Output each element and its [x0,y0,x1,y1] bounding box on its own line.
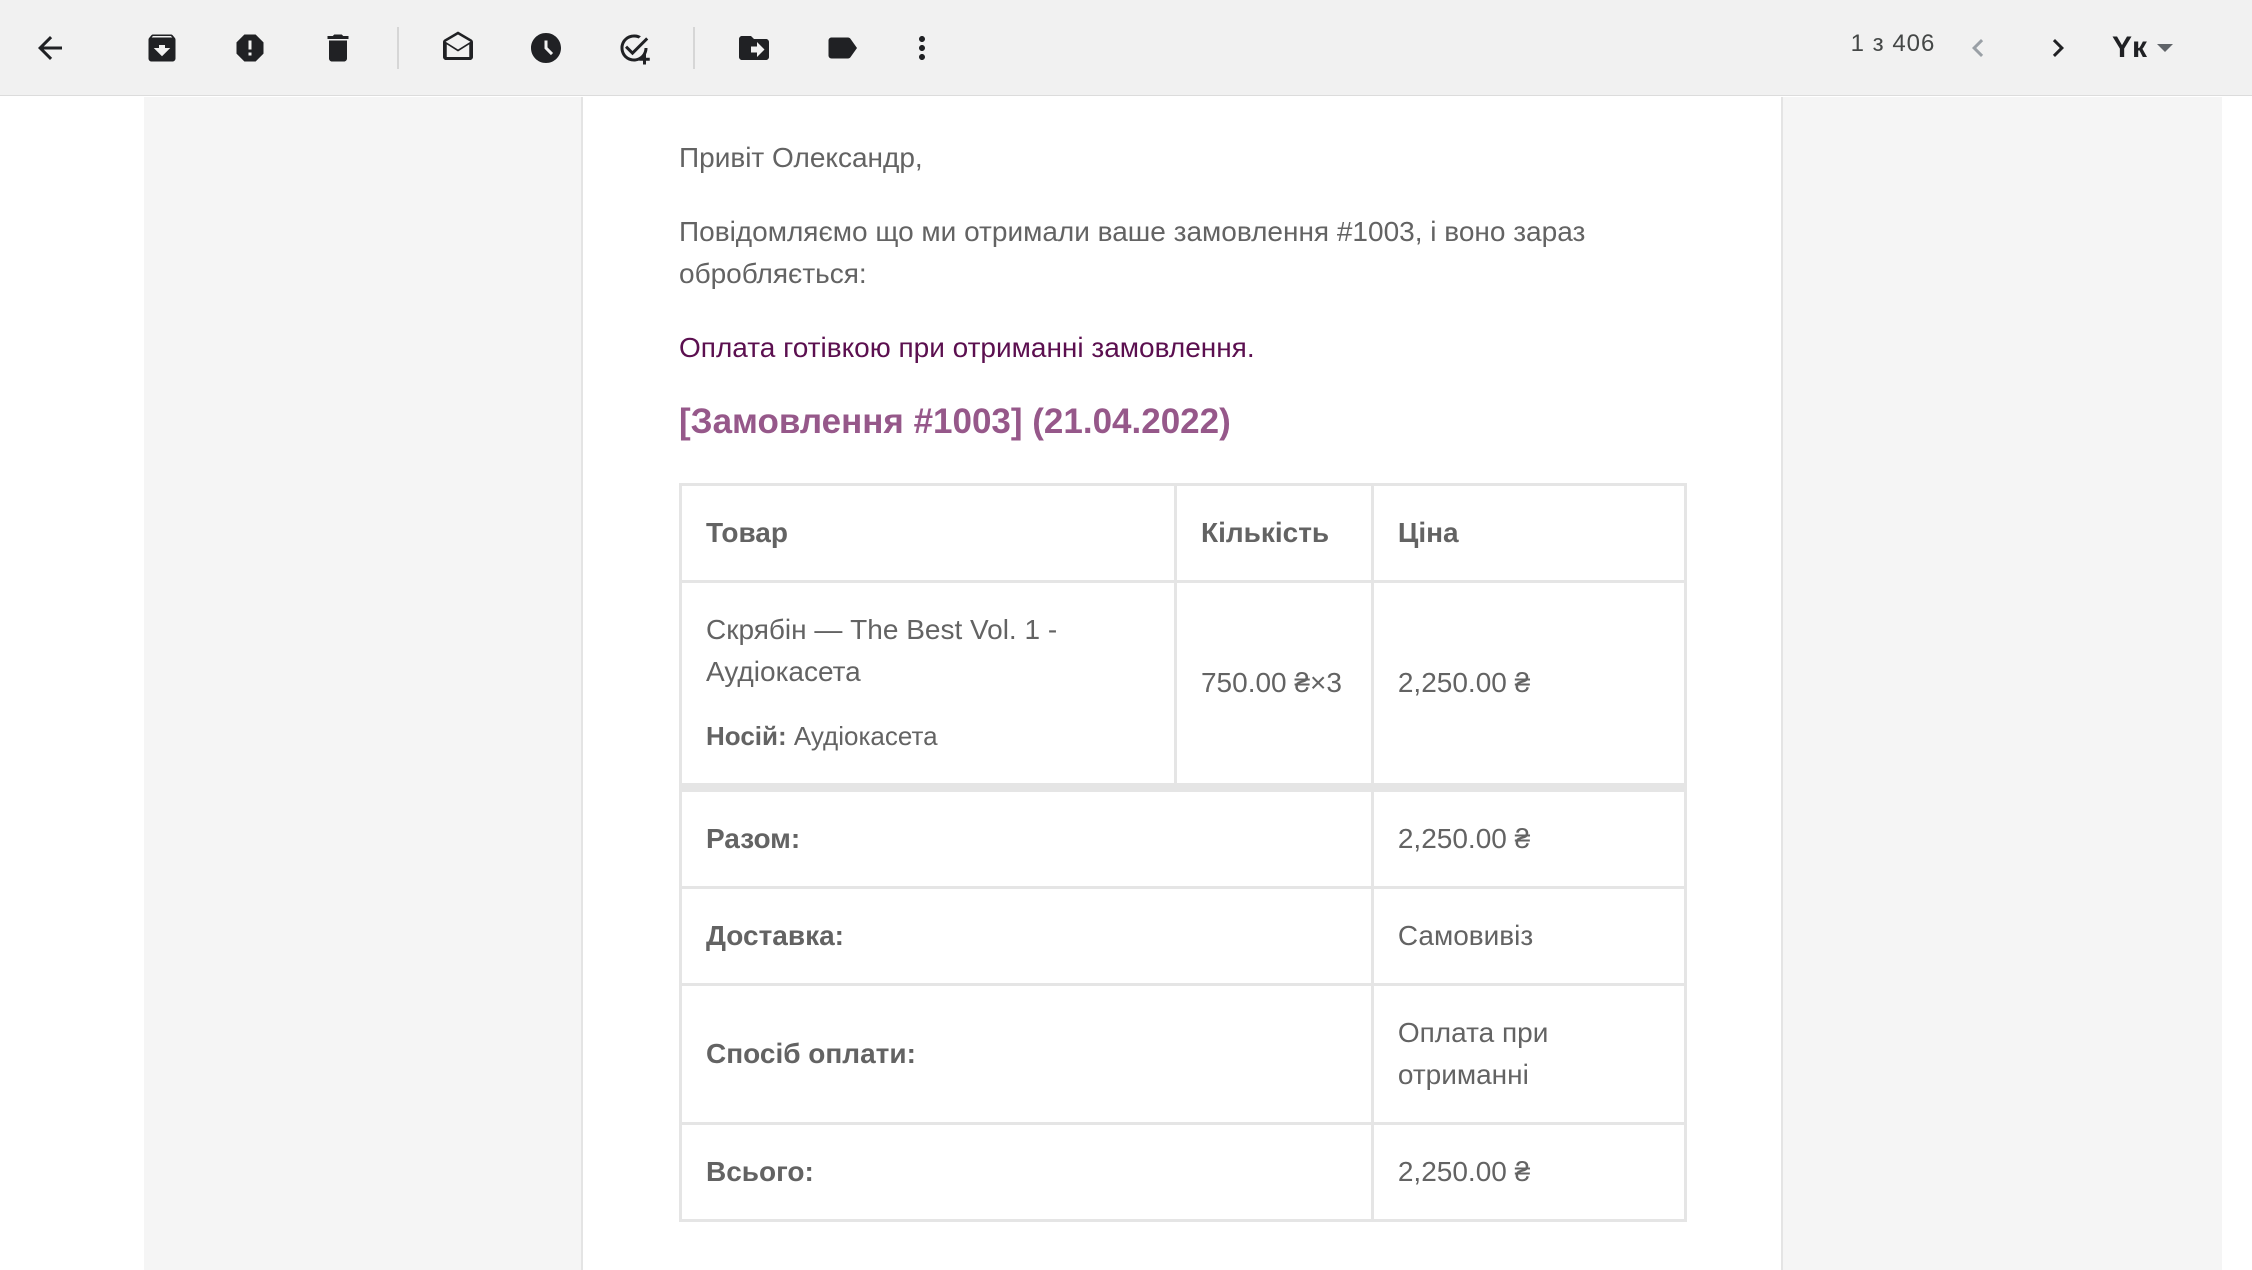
toolbar-divider [693,27,695,69]
item-meta-value: Аудіокасета [793,721,938,751]
move-to-button[interactable] [726,20,782,76]
totals-row-shipping: Доставка: Самовивіз [679,886,1688,986]
move-to-icon [739,36,769,60]
archive-icon [148,34,176,62]
mark-unread-icon [443,31,473,60]
add-task-button[interactable] [606,20,662,76]
back-arrow-icon [38,36,62,60]
item-price: 2,250.00 ₴ [1370,580,1688,789]
label-button[interactable] [814,20,870,76]
email-background-right [1783,97,2222,1270]
snooze-button[interactable] [518,20,574,76]
more-options-button[interactable] [894,20,950,76]
header-product: Товар [679,483,1177,583]
totals-row-payment-method: Спосіб оплати: Оплата при отриманні [679,983,1688,1125]
email-background-left [144,97,581,1270]
order-table: Товар Кількість Ціна Скрябін — The Best … [679,483,1688,1222]
payment-method-value: Оплата при отриманні [1370,983,1688,1125]
pager-count: 1 з 406 [1850,30,1936,57]
header-quantity: Кількість [1173,483,1374,583]
subtotal-label: Разом: [679,783,1374,889]
greeting: Привіт Олександр, [679,142,923,173]
item-meta-label: Носій: [706,721,787,751]
delete-button[interactable] [310,20,366,76]
shipping-label: Доставка: [679,886,1374,986]
order-heading[interactable]: [Замовлення #1003] (21.04.2022) [679,399,1689,445]
report-spam-icon [236,34,264,62]
language-selector[interactable]: Yк [2112,26,2174,70]
total-value: 2,250.00 ₴ [1370,1122,1688,1222]
totals-row-subtotal: Разом: 2,250.00 ₴ [679,783,1688,889]
shipping-value: Самовивіз [1370,886,1688,986]
back-button[interactable] [22,20,78,76]
payment-note: Оплата готівкою при отриманні замовлення… [679,332,1255,363]
totals-row-total: Всього: 2,250.00 ₴ [679,1122,1688,1222]
caret-down-icon [2157,44,2174,52]
chevron-right-icon [2052,39,2064,57]
snooze-icon [531,33,561,63]
newer-button[interactable] [1950,20,2006,76]
email-card: Привіт Олександр, Повідомляємо що ми отр… [581,97,1783,1270]
order-notice: Повідомляємо що ми отримали ваше замовле… [679,216,1586,289]
label-icon [828,37,857,59]
older-button[interactable] [2030,20,2086,76]
archive-button[interactable] [134,20,190,76]
payment-method-label: Спосіб оплати: [679,983,1374,1125]
email-content: Привіт Олександр, Повідомляємо що ми отр… [679,137,1689,1222]
report-spam-button[interactable] [222,20,278,76]
toolbar-divider [397,27,399,69]
total-label: Всього: [679,1122,1374,1222]
mark-unread-button[interactable] [430,20,486,76]
table-header-row: Товар Кількість Ціна [679,483,1688,583]
delete-icon [327,34,349,62]
language-label: Yк [2112,31,2148,64]
chevron-left-icon [1972,39,1984,57]
item-name: Скрябін — The Best Vol. 1 - Аудіокасета [706,614,1058,687]
toolbar: 1 з 406 Yк [0,0,2252,96]
more-vert-icon [919,36,925,60]
item-quantity: 750.00 ₴×3 [1173,580,1374,789]
add-task-icon [620,34,650,65]
subtotal-value: 2,250.00 ₴ [1370,783,1688,889]
item-cell: Скрябін — The Best Vol. 1 - Аудіокасета … [679,580,1177,789]
item-meta: Носій: Аудіокасета [706,715,1150,757]
header-price: Ціна [1370,483,1688,583]
table-row: Скрябін — The Best Vol. 1 - Аудіокасета … [679,580,1688,789]
